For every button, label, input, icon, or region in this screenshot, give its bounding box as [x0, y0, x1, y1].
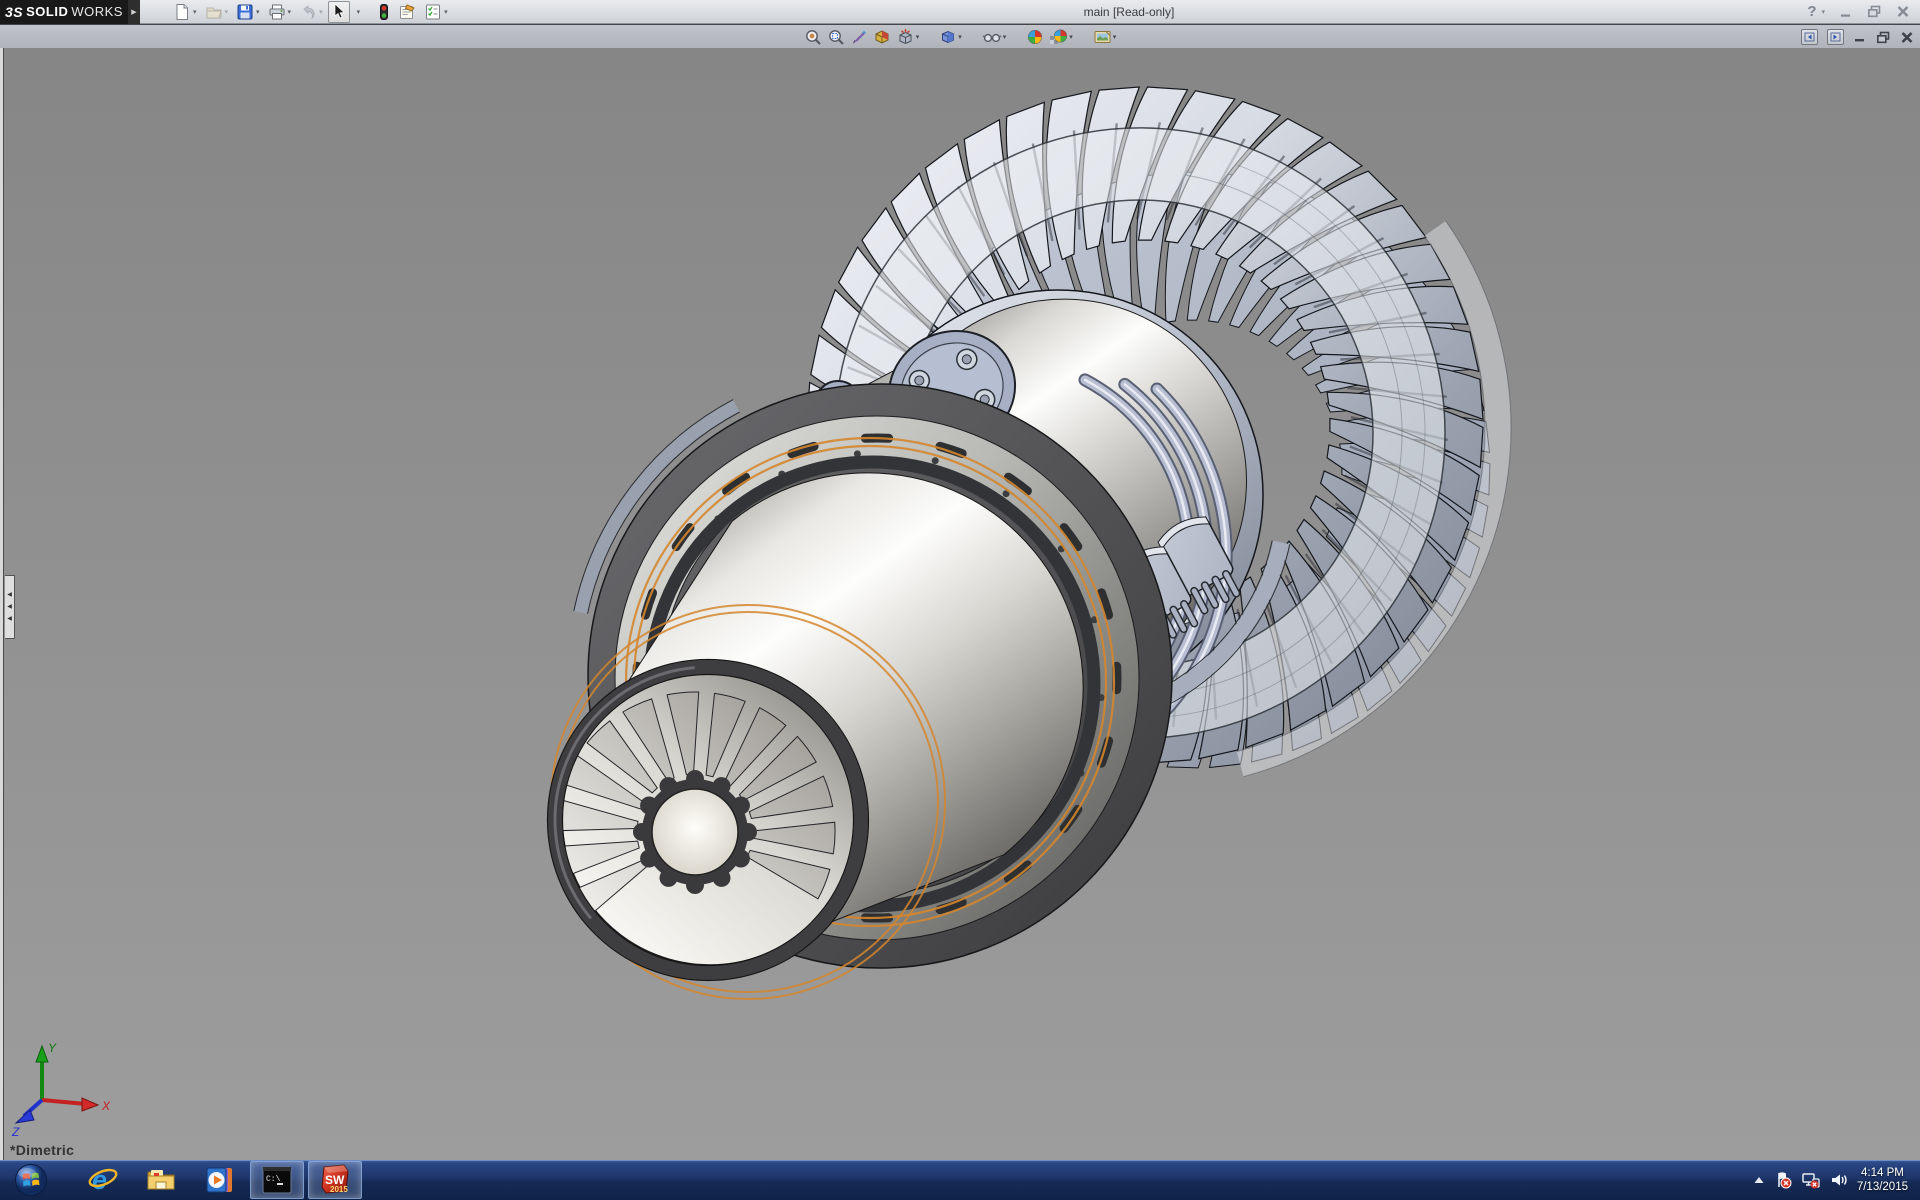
menu-expand-tab[interactable]: ▶ — [128, 0, 140, 24]
svg-text:Z: Z — [11, 1125, 20, 1139]
solidworks-logo: 3SSOLIDWORKS — [0, 0, 128, 24]
reference-triad: Y X Z — [4, 1038, 124, 1142]
svg-text:Y: Y — [48, 1041, 57, 1055]
document-window-controls — [1801, 25, 1914, 49]
feature-manager-expand-tab[interactable]: ◀◀◀ — [5, 575, 15, 639]
pane-left-icon — [1804, 32, 1815, 42]
edit-appearance-button[interactable] — [1025, 27, 1045, 47]
undo-button[interactable]: ▾ — [296, 1, 326, 23]
taskbar-media-player[interactable] — [192, 1161, 246, 1199]
zoom-to-fit-button[interactable] — [803, 27, 823, 47]
display-style-icon — [939, 28, 957, 46]
taskbar-solidworks[interactable]: SW 2015 — [308, 1161, 362, 1199]
triad-z-axis: Z — [11, 1100, 42, 1139]
restore-button[interactable] — [1867, 5, 1882, 18]
new-document-button[interactable]: ▾ — [170, 1, 200, 23]
taskbar-clock[interactable]: 4:14 PM 7/13/2015 — [1857, 1166, 1908, 1194]
print-button[interactable]: ▾ — [265, 1, 295, 23]
solidworks-2015-icon: SW 2015 — [318, 1163, 352, 1197]
close-button[interactable] — [1896, 5, 1910, 18]
taskbar-file-explorer[interactable] — [134, 1161, 188, 1199]
windows-start-icon — [14, 1163, 48, 1197]
action-center-icon[interactable] — [1774, 1171, 1792, 1189]
pane-right-icon — [1830, 32, 1841, 42]
apply-scene-icon — [1049, 28, 1068, 46]
checklist-icon — [424, 3, 442, 21]
open-folder-icon — [205, 3, 223, 21]
zoom-to-area-icon — [827, 28, 845, 46]
previous-view-icon — [850, 28, 868, 46]
file-explorer-icon — [145, 1164, 177, 1196]
taskbar-command-prompt[interactable]: C:\ — [250, 1161, 304, 1199]
triad-y-axis: Y — [36, 1041, 57, 1100]
clock-date: 7/13/2015 — [1857, 1180, 1908, 1194]
brand-mark: 3S — [5, 4, 23, 20]
command-prompt-icon: C:\ — [261, 1165, 293, 1195]
print-icon — [268, 3, 286, 21]
svg-text:2015: 2015 — [330, 1185, 348, 1194]
note-button[interactable] — [395, 1, 419, 23]
internet-explorer-icon: e — [87, 1164, 119, 1196]
doc-minimize-button[interactable] — [1853, 31, 1867, 43]
view-orientation-icon — [896, 28, 915, 46]
heads-up-toolbar: ▾ ▾ ▾ ▾ ▾ — [803, 27, 1118, 47]
section-view-button[interactable] — [872, 27, 892, 47]
taskbar-internet-explorer[interactable]: e — [76, 1161, 130, 1199]
heads-up-toolbar-row: ▾ ▾ ▾ ▾ ▾ — [0, 24, 1920, 48]
jet-engine-model[interactable] — [0, 48, 1920, 1160]
feature-manager-collapsed-strip — [0, 48, 4, 1160]
eyeglasses-icon — [982, 28, 1002, 46]
view-settings-button[interactable]: ▾ — [1092, 27, 1118, 47]
triad-x-axis: X — [42, 1098, 111, 1113]
minimize-button[interactable] — [1839, 6, 1853, 18]
help-button[interactable]: ? — [1807, 3, 1816, 20]
zoom-to-fit-icon — [804, 28, 822, 46]
help-dropdown[interactable]: ▾ — [1821, 8, 1825, 16]
network-error-icon[interactable] — [1801, 1171, 1821, 1189]
system-tray: 4:14 PM 7/13/2015 — [1753, 1166, 1920, 1194]
stoplight-icon — [378, 3, 390, 21]
select-button[interactable] — [328, 1, 350, 23]
select-cursor-icon — [331, 3, 347, 20]
apply-scene-button[interactable]: ▾ — [1048, 27, 1074, 47]
solidworks-window: 3SSOLIDWORKS ▶ ▾ ▾ ▾ ▾ ▾ ▾ — [0, 0, 1920, 1200]
windows-taskbar: e C — [0, 1160, 1920, 1200]
svg-text:C:\: C:\ — [266, 1175, 281, 1184]
start-button[interactable] — [4, 1161, 58, 1199]
hide-show-items-button[interactable]: ▾ — [981, 27, 1008, 47]
window-title: main [Read-only] — [451, 5, 1808, 19]
save-floppy-icon — [236, 3, 254, 21]
new-document-icon — [173, 3, 191, 21]
svg-text:X: X — [101, 1099, 111, 1113]
zoom-to-area-button[interactable] — [826, 27, 846, 47]
title-bar: 3SSOLIDWORKS ▶ ▾ ▾ ▾ ▾ ▾ ▾ — [0, 0, 1920, 24]
media-player-icon — [203, 1164, 235, 1196]
undo-arrow-icon — [299, 3, 317, 21]
stoplight-button[interactable] — [375, 1, 393, 23]
standard-toolbar: ▾ ▾ ▾ ▾ ▾ ▾ ▾ — [170, 1, 451, 23]
previous-view-button[interactable] — [849, 27, 869, 47]
doc-close-button[interactable] — [1900, 31, 1914, 44]
clock-time: 4:14 PM — [1857, 1166, 1908, 1180]
doc-restore-button[interactable] — [1876, 31, 1891, 44]
section-view-icon — [873, 28, 891, 46]
note-icon — [398, 3, 416, 21]
window-controls: ? ▾ — [1807, 3, 1910, 20]
view-orientation-label: *Dimetric — [10, 1142, 74, 1158]
display-style-button[interactable]: ▾ — [938, 27, 963, 47]
view-settings-icon — [1093, 28, 1112, 46]
design-checklist-button[interactable]: ▾ — [421, 1, 451, 23]
view-orientation-button[interactable]: ▾ — [895, 27, 921, 47]
select-dropdown[interactable]: ▾ — [352, 1, 364, 23]
show-hidden-icons-button[interactable] — [1753, 1175, 1765, 1185]
save-button[interactable]: ▾ — [233, 1, 263, 23]
volume-icon[interactable] — [1830, 1171, 1848, 1189]
pane-previous-button[interactable] — [1801, 29, 1818, 45]
open-button[interactable]: ▾ — [202, 1, 232, 23]
graphics-area[interactable]: ◀◀◀ Y X Z *Dimetric — [0, 48, 1920, 1160]
appearance-ball-icon — [1026, 28, 1044, 46]
pane-next-button[interactable] — [1827, 29, 1844, 45]
